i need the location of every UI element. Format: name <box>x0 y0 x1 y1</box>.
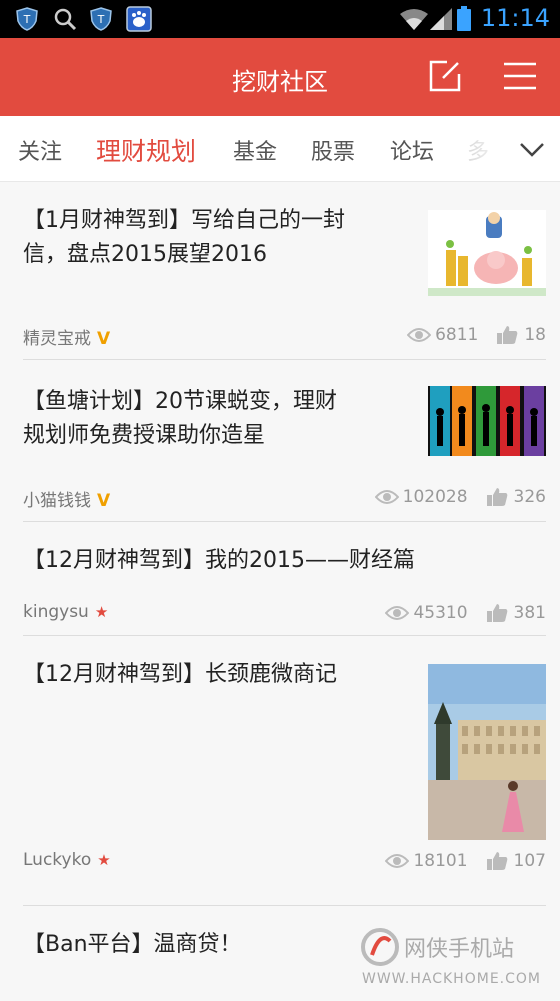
svg-text:T: T <box>23 13 31 26</box>
like-count: 107 <box>513 851 546 871</box>
thumbs-up-icon <box>486 852 507 870</box>
post-item[interactable]: 【鱼塘计划】20节课蜕变，理财 规划师免费授课助你造星 小猫钱钱 V 102028 <box>0 360 560 522</box>
post-stats: 6811 18 <box>407 325 546 345</box>
eye-icon <box>385 854 410 868</box>
post-stats: 18101 107 <box>385 851 546 871</box>
thumbs-up-icon <box>486 488 507 506</box>
tab-forum[interactable]: 论坛 <box>390 134 434 166</box>
post-item[interactable]: 【12月财神驾到】我的2015——财经篇 kingysu ★ 45310 381 <box>0 522 560 636</box>
post-thumbnail <box>428 210 546 296</box>
post-title: 【12月财神驾到】我的2015——财经篇 <box>23 548 415 573</box>
post-feed: 【1月财神驾到】写给自己的一封 信，盘点2015展望2016 精灵宝戒 V 681… <box>0 182 560 1001</box>
eye-icon <box>407 328 432 342</box>
baidu-icon <box>126 6 152 32</box>
view-count: 18101 <box>413 851 468 871</box>
star-badge: ★ <box>94 603 109 621</box>
tab-follow[interactable]: 关注 <box>18 134 62 166</box>
view-count: 45310 <box>413 603 468 623</box>
post-author[interactable]: kingysu ★ <box>23 602 108 622</box>
tabs-fade <box>472 116 512 181</box>
verified-badge: V <box>97 491 111 511</box>
post-author[interactable]: 小猫钱钱 V <box>23 486 110 511</box>
category-tabs: 关注 理财规划 基金 股票 论坛 多 <box>0 116 560 182</box>
post-thumbnail <box>428 664 546 840</box>
post-title: 【12月财神驾到】长颈鹿微商记 <box>23 662 337 687</box>
like-count: 326 <box>513 487 546 507</box>
battery-icon <box>457 6 471 31</box>
like-count: 18 <box>524 325 546 345</box>
post-stats: 45310 381 <box>385 603 546 623</box>
thumbs-up-icon <box>497 326 518 344</box>
signal-icon <box>430 8 452 30</box>
star-badge: ★ <box>97 851 111 869</box>
post-title: 【Ban平台】温商贷！ <box>23 932 242 957</box>
view-count: 102028 <box>402 487 468 507</box>
wifi-icon <box>400 9 428 30</box>
shield-icon: T <box>16 7 38 31</box>
watermark-logo-icon <box>361 928 399 966</box>
watermark-url: WWW.HACKHOME.COM <box>362 971 541 987</box>
thumbs-up-icon <box>486 604 507 622</box>
watermark-name: 网侠手机站 <box>404 937 515 962</box>
eye-icon <box>374 490 399 504</box>
shield-icon: T <box>90 7 112 31</box>
post-item[interactable]: 【1月财神驾到】写给自己的一封 信，盘点2015展望2016 精灵宝戒 V 681… <box>0 182 560 360</box>
svg-text:T: T <box>97 13 105 26</box>
post-author[interactable]: Luckyko ★ <box>23 850 111 870</box>
like-count: 381 <box>513 603 546 623</box>
watermark: 网侠手机站 WWW.HACKHOME.COM <box>360 925 550 995</box>
app-bar: 挖财社区 <box>0 38 560 116</box>
status-bar: T T 11:14 <box>0 0 560 38</box>
menu-button[interactable] <box>502 58 538 94</box>
view-count: 6811 <box>435 325 479 345</box>
tab-funds[interactable]: 基金 <box>233 134 277 166</box>
clock: 11:14 <box>480 4 550 32</box>
post-title: 【1月财神驾到】写给自己的一封 信，盘点2015展望2016 <box>23 208 345 267</box>
post-item[interactable]: 【12月财神驾到】长颈鹿微商记 Luckyko ★ 18101 107 <box>0 636 560 906</box>
verified-badge: V <box>97 329 111 349</box>
post-stats: 102028 326 <box>374 487 546 507</box>
page-title: 挖财社区 <box>232 68 328 96</box>
compose-button[interactable] <box>427 58 463 94</box>
tab-financial-planning[interactable]: 理财规划 <box>96 132 196 168</box>
post-title: 【鱼塘计划】20节课蜕变，理财 规划师免费授课助你造星 <box>23 389 337 448</box>
post-author[interactable]: 精灵宝戒 V <box>23 324 110 349</box>
eye-icon <box>385 606 410 620</box>
search-icon <box>54 8 77 31</box>
post-thumbnail <box>428 386 546 456</box>
chevron-down-icon[interactable] <box>518 136 546 162</box>
tab-stocks[interactable]: 股票 <box>311 134 355 166</box>
